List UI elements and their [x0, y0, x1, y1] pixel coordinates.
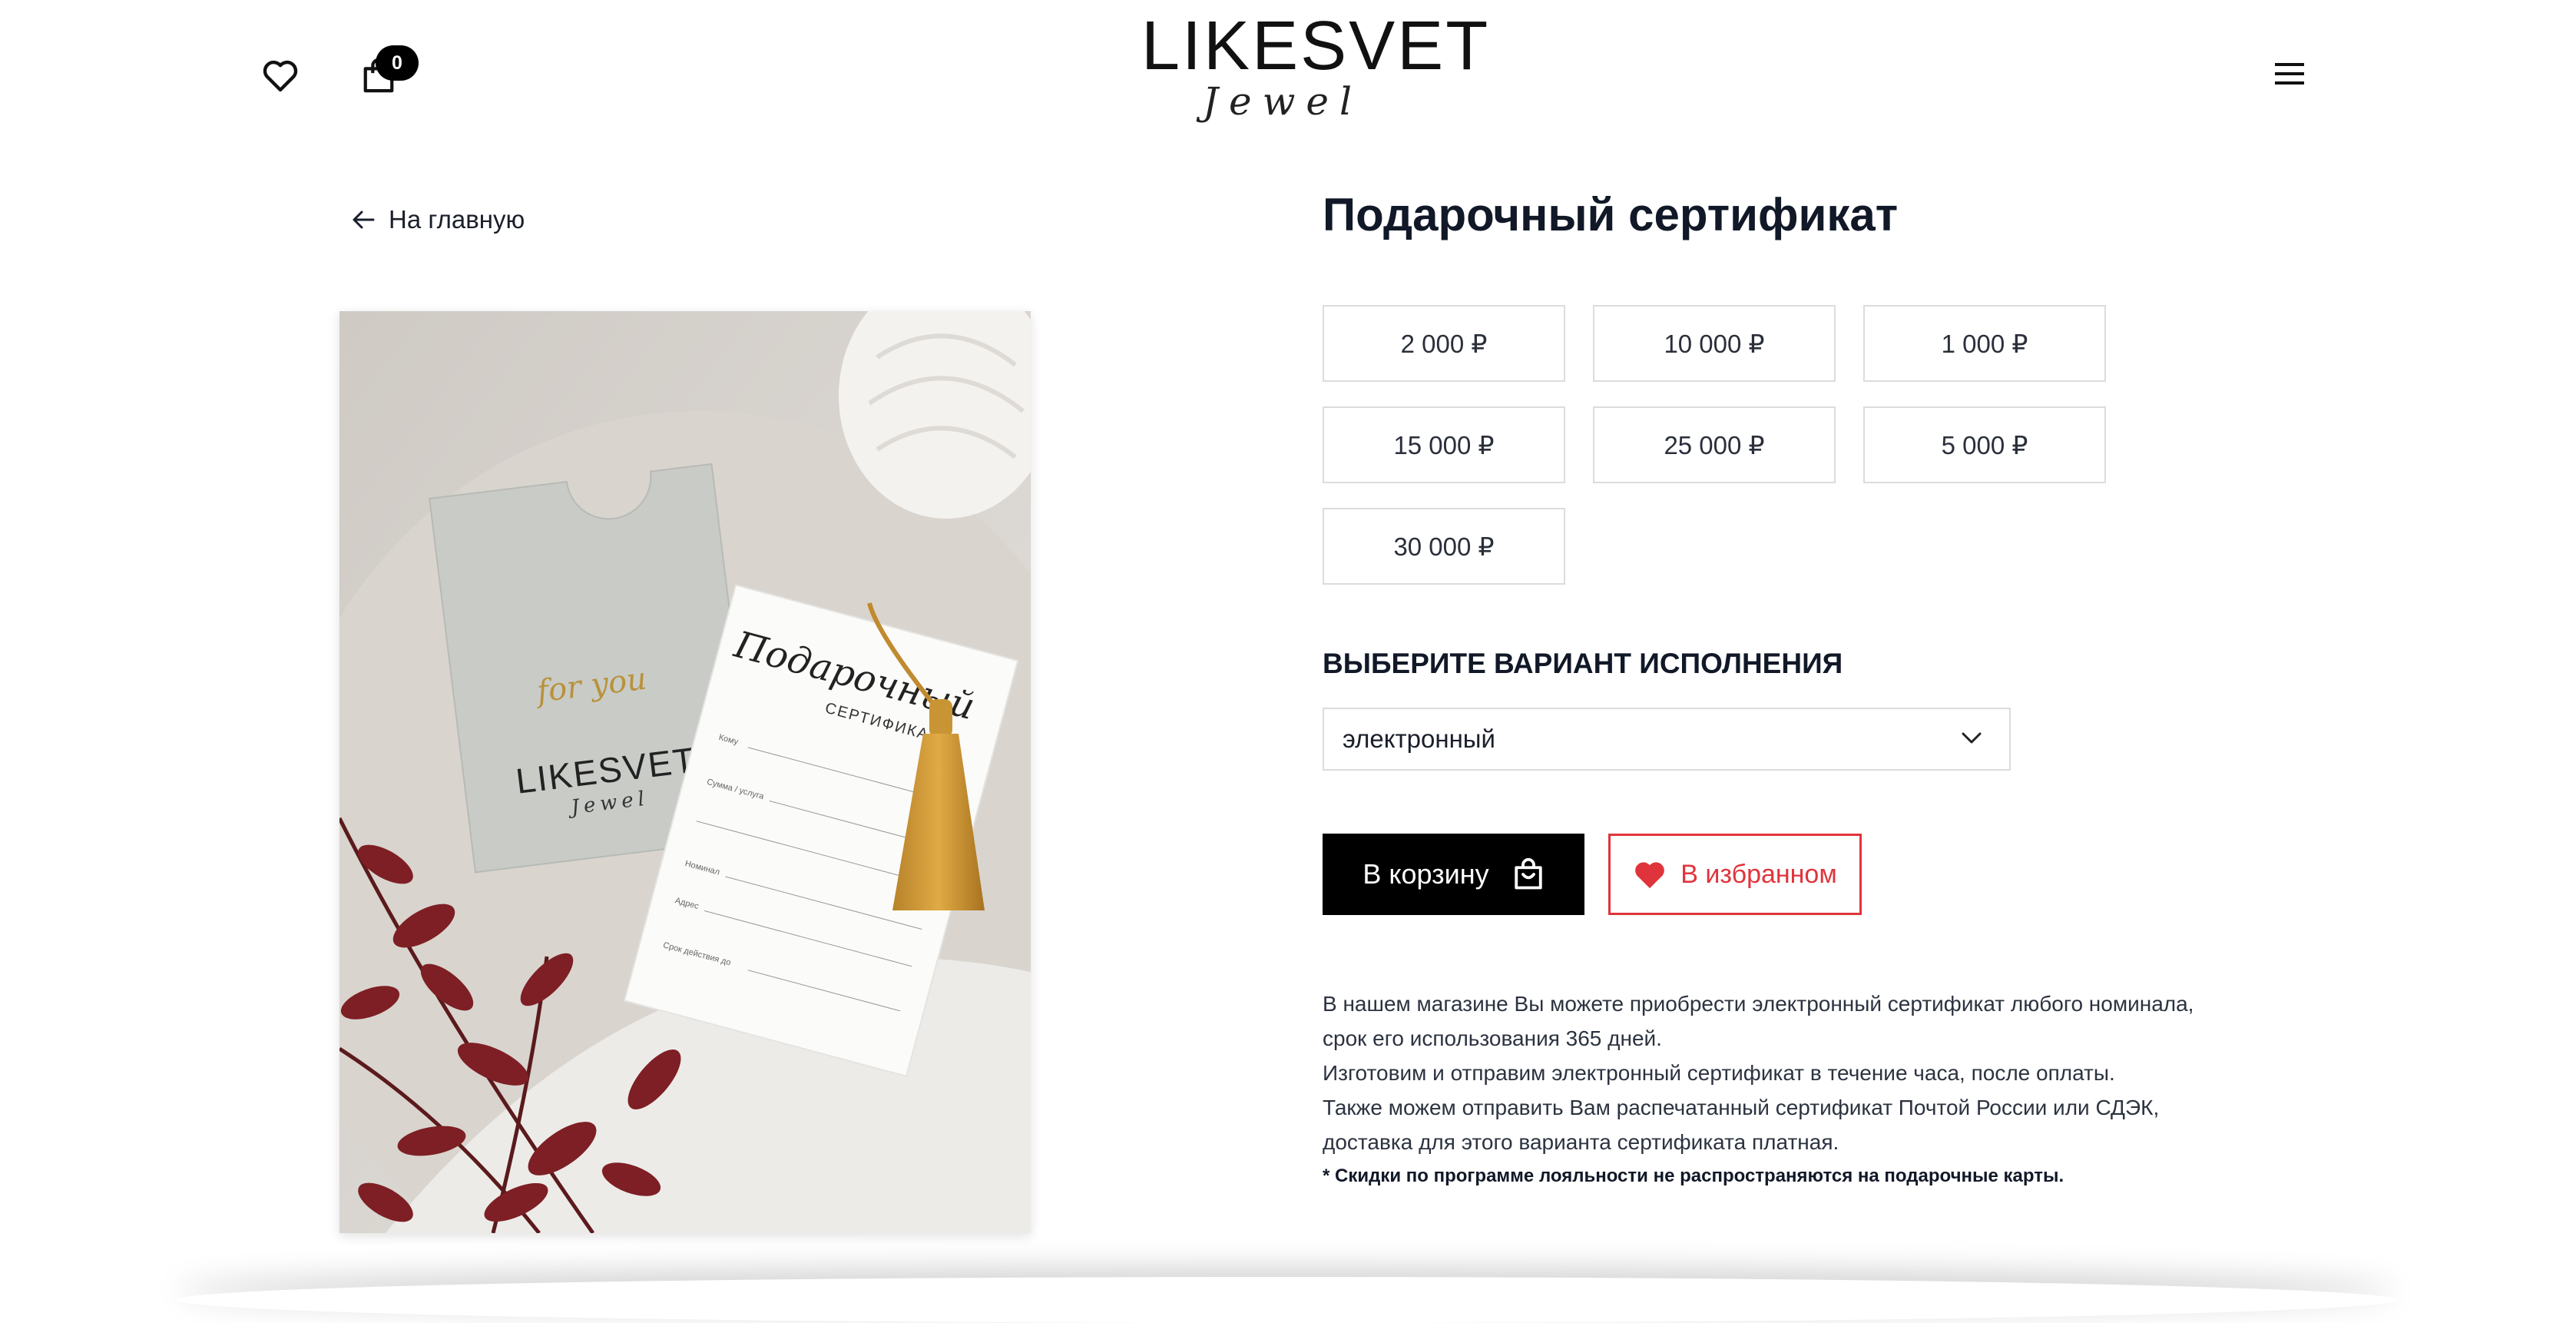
add-to-cart-label: В корзину — [1362, 858, 1489, 890]
description-line: Изготовим и отправим электронный сертифи… — [1323, 1061, 2115, 1085]
add-to-cart-button[interactable]: В корзину — [1323, 834, 1584, 915]
description-line: В нашем магазине Вы можете приобрести эл… — [1323, 992, 2194, 1016]
amount-option-30000[interactable]: 30 000 ₽ — [1323, 508, 1565, 585]
amount-option-2000[interactable]: 2 000 ₽ — [1323, 305, 1565, 382]
product-description: В нашем магазине Вы можете приобрести эл… — [1323, 986, 2290, 1193]
variant-section-label: ВЫБЕРИТЕ ВАРИАНТ ИСПОЛНЕНИЯ — [1323, 648, 1843, 679]
favorite-button-label: В избранном — [1680, 859, 1837, 889]
back-link-label: На главную — [389, 205, 525, 234]
cart-bag-icon — [1514, 857, 1542, 890]
description-line: доставка для этого варианта сертификата … — [1323, 1130, 1839, 1154]
product-title: Подарочный сертификат — [1323, 189, 1899, 240]
amount-option-25000[interactable]: 25 000 ₽ — [1593, 406, 1836, 483]
amount-option-5000[interactable]: 5 000 ₽ — [1863, 406, 2106, 483]
amount-option-10000[interactable]: 10 000 ₽ — [1593, 305, 1836, 382]
menu-hamburger-icon[interactable] — [2275, 61, 2304, 86]
variant-select-value: электронный — [1343, 724, 1495, 753]
description-line: срок его использования 365 дней. — [1323, 1026, 1662, 1050]
arrow-left-icon — [353, 211, 375, 229]
amount-option-15000[interactable]: 15 000 ₽ — [1323, 406, 1565, 483]
chevron-down-icon — [1962, 732, 1982, 744]
favorites-heart-icon[interactable] — [261, 58, 300, 92]
favorite-button[interactable]: В избранном — [1608, 834, 1862, 915]
back-to-home-link[interactable]: На главную — [352, 201, 525, 239]
amount-option-1000[interactable]: 1 000 ₽ — [1863, 305, 2106, 382]
footer-edge — [177, 1277, 2396, 1323]
loyalty-note: * Скидки по программе лояльности не расп… — [1323, 1166, 2064, 1186]
variant-select[interactable]: электронный — [1323, 708, 2011, 771]
cart-count-badge: 0 — [376, 45, 419, 81]
description-line: Также можем отправить Вам распечатанный … — [1323, 1096, 2160, 1119]
heart-filled-icon — [1635, 862, 1665, 889]
product-photo: for you LIKESVET Jewel Подарочный СЕРТИФ… — [339, 311, 1031, 1233]
site-logo-script: Jewel — [1202, 79, 1362, 124]
site-logo[interactable]: LIKESVET — [1141, 8, 1488, 85]
